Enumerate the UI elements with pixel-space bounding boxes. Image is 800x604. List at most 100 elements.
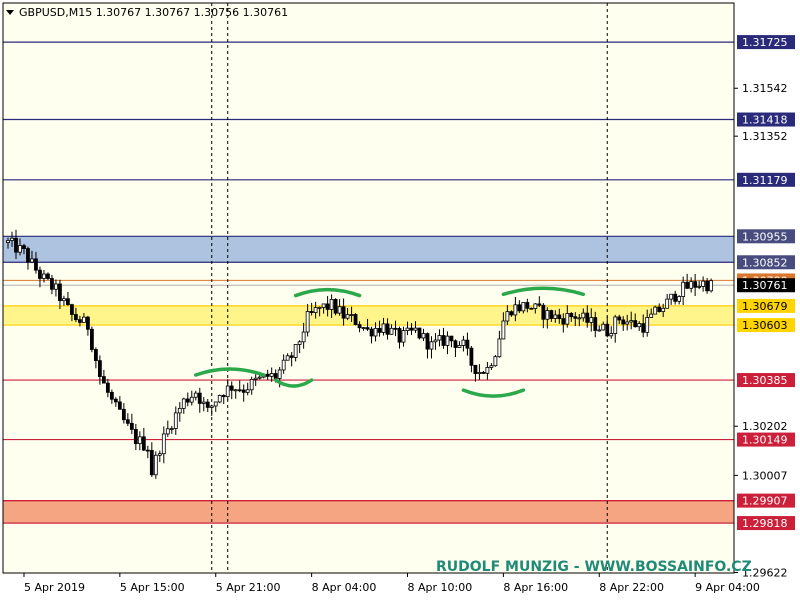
bear-candle [473, 364, 478, 374]
time-tick-label: 8 Apr 04:00 [312, 581, 377, 594]
price-axis[interactable]: 1.315421.313521.302021.300071.296221.317… [734, 35, 795, 579]
bull-candle [361, 327, 366, 329]
bull-candle [269, 373, 274, 377]
bear-candle [469, 347, 474, 366]
price-label-text: 1.31418 [742, 114, 788, 127]
bull-candle [217, 395, 222, 403]
bear-candle [377, 327, 382, 333]
time-tick-label: 8 Apr 16:00 [503, 581, 568, 594]
bear-candle [185, 398, 190, 403]
bull-candle [645, 317, 650, 333]
bear-candle [633, 320, 638, 328]
price-label-text: 1.29818 [742, 517, 788, 530]
bear-candle [145, 449, 150, 452]
bull-candle [233, 389, 238, 392]
bear-candle [66, 298, 70, 306]
bull-candle [62, 298, 66, 302]
bull-candle [669, 293, 674, 300]
bear-candle [38, 269, 42, 279]
bear-candle [393, 327, 398, 330]
bear-candle [509, 311, 514, 316]
price-tick-label: 1.31352 [742, 130, 788, 143]
bull-candle [189, 396, 194, 403]
bear-candle [89, 328, 94, 350]
bear-candle [685, 281, 690, 289]
bear-candle [425, 333, 430, 350]
bull-candle [157, 453, 162, 456]
bull-candle [521, 302, 526, 312]
bull-candle [421, 333, 426, 339]
bear-candle [693, 281, 698, 288]
time-tick-label: 9 Apr 04:00 [695, 581, 760, 594]
price-label-text: 1.31725 [742, 36, 788, 49]
bear-candle [465, 339, 470, 349]
bear-candle [125, 419, 130, 424]
price-chart[interactable]: 1.315421.313521.302021.300071.296221.317… [0, 0, 800, 600]
bull-candle [313, 307, 318, 313]
bull-candle [345, 314, 350, 319]
bull-candle [317, 306, 322, 309]
bear-candle [289, 355, 294, 358]
bull-candle [293, 344, 298, 358]
bull-candle [613, 316, 618, 334]
bear-candle [557, 314, 562, 320]
bull-candle [597, 329, 602, 332]
chart-header: GBPUSD,M15 1.30767 1.30767 1.30756 1.307… [6, 6, 288, 19]
bear-candle [453, 340, 458, 348]
bear-candle [353, 314, 358, 325]
bear-candle [101, 376, 106, 384]
bear-candle [141, 436, 146, 451]
bear-candle [605, 323, 610, 337]
bear-candle [369, 328, 374, 337]
bull-candle [501, 320, 506, 340]
bear-candle [561, 318, 566, 325]
bull-candle [337, 306, 342, 314]
bear-candle [357, 324, 362, 329]
bear-candle [365, 327, 370, 330]
bear-candle [593, 317, 598, 331]
bull-candle [689, 281, 694, 289]
bull-candle [245, 389, 250, 393]
bull-candle [477, 372, 482, 374]
bull-candle [301, 331, 306, 343]
bear-candle [14, 237, 18, 253]
bear-candle [441, 335, 446, 346]
bull-candle [681, 281, 686, 297]
price-tick-label: 1.30007 [742, 469, 788, 482]
bear-candle [70, 304, 74, 315]
bull-candle [249, 379, 254, 391]
price-tick-label: 1.31542 [742, 82, 788, 95]
bull-candle [553, 314, 558, 319]
bull-candle [457, 345, 462, 348]
bear-candle [197, 392, 202, 404]
price-label-text: 1.31179 [742, 174, 788, 187]
bear-candle [397, 328, 402, 343]
bull-candle [665, 298, 670, 309]
bull-candle [433, 339, 438, 343]
bull-candle [577, 317, 582, 320]
bull-candle [169, 428, 174, 430]
bear-candle [22, 245, 26, 250]
bear-candle [449, 335, 454, 342]
plot-area[interactable] [3, 3, 734, 573]
bear-candle [273, 373, 278, 379]
bear-candle [241, 389, 246, 393]
bull-candle [649, 313, 654, 318]
bull-candle [54, 283, 58, 290]
time-tick-label: 8 Apr 10:00 [408, 581, 473, 594]
bear-candle [341, 306, 346, 319]
bull-candle [405, 327, 410, 332]
bull-candle [677, 296, 682, 302]
bull-candle [257, 376, 262, 379]
bear-candle [325, 303, 330, 310]
bear-candle [333, 298, 338, 314]
bear-candle [417, 327, 422, 339]
bear-candle [229, 385, 234, 391]
bull-candle [709, 280, 714, 292]
bear-candle [529, 307, 534, 310]
bull-candle [629, 320, 634, 323]
bear-candle [50, 278, 54, 290]
bull-candle [6, 240, 10, 244]
bear-candle [573, 316, 578, 319]
bull-candle [30, 258, 34, 263]
